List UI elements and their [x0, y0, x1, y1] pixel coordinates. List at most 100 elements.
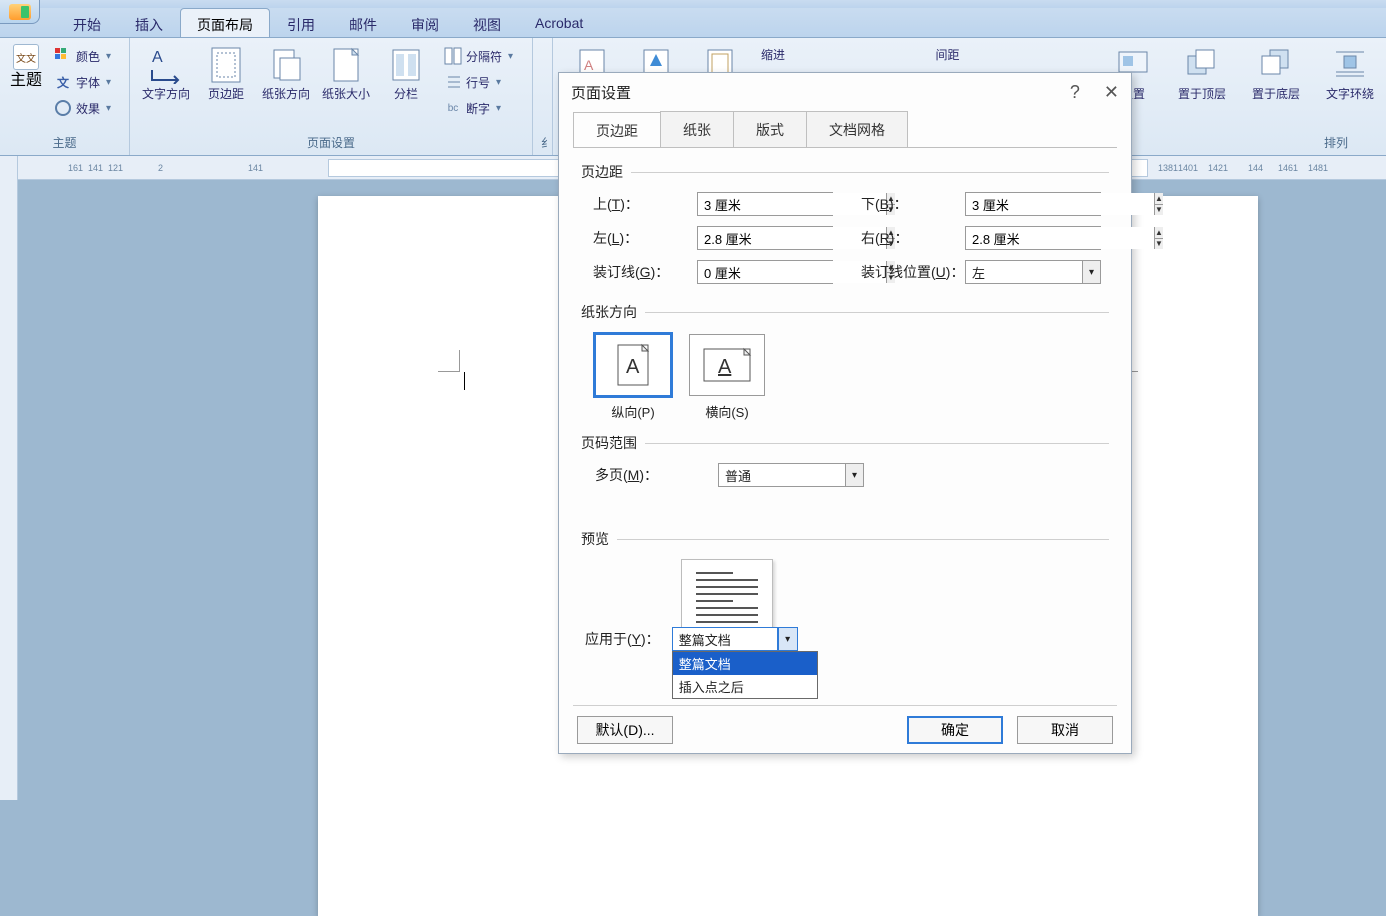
bring-front-button[interactable]: 置于顶层	[1174, 42, 1230, 124]
office-logo-icon	[9, 4, 31, 20]
office-button[interactable]	[0, 0, 40, 24]
gutter-position-select[interactable]: 左 ▾	[965, 260, 1101, 284]
spin-up-icon[interactable]: ▲	[1155, 227, 1163, 239]
line-numbers-button[interactable]: 行号▾	[440, 70, 522, 94]
bring-front-label: 置于顶层	[1178, 88, 1226, 102]
orientation-icon	[268, 46, 304, 84]
tab-references[interactable]: 引用	[270, 8, 332, 37]
columns-icon	[388, 46, 424, 84]
help-button[interactable]: ?	[1070, 82, 1080, 103]
effects-icon	[54, 99, 72, 117]
margins-icon	[208, 46, 244, 84]
top-margin-input[interactable]: ▲▼	[697, 192, 833, 216]
spin-down-icon[interactable]: ▼	[1155, 205, 1163, 216]
size-icon	[328, 46, 364, 84]
text-wrap-label: 文字环绕	[1326, 88, 1374, 102]
theme-fonts-label: 字体	[76, 74, 100, 91]
margins-button[interactable]: 页边距	[198, 42, 254, 124]
left-margin-input[interactable]: ▲▼	[697, 226, 833, 250]
dialog-tab-layout[interactable]: 版式	[733, 111, 807, 147]
group-label-page-setup: 页面设置	[138, 134, 524, 153]
default-button[interactable]: 默认(D)...	[577, 716, 673, 744]
send-back-icon	[1258, 46, 1294, 84]
multi-pages-select[interactable]: 普通 ▾	[718, 463, 864, 487]
line-numbers-icon	[444, 73, 462, 91]
dialog-tab-margins[interactable]: 页边距	[573, 112, 661, 148]
text-direction-button[interactable]: A 文字方向	[138, 42, 194, 124]
chevron-down-icon[interactable]: ▾	[778, 627, 798, 651]
apply-option-after-cursor[interactable]: 插入点之后	[673, 675, 817, 698]
ribbon-tabs: 开始 插入 页面布局 引用 邮件 审阅 视图 Acrobat	[0, 8, 1386, 38]
indent-label: 缩进	[761, 46, 785, 63]
tab-view[interactable]: 视图	[456, 8, 518, 37]
breaks-label: 分隔符	[466, 48, 502, 65]
bottom-label: 下(B)：	[861, 194, 951, 214]
tab-start[interactable]: 开始	[56, 8, 118, 37]
ok-button[interactable]: 确定	[907, 716, 1003, 744]
theme-effects-button[interactable]: 效果▾	[50, 96, 115, 120]
section-orientation: 纸张方向	[581, 302, 637, 322]
multi-pages-label: 多页(M)：	[595, 465, 658, 485]
orientation-label: 纸张方向	[262, 88, 310, 102]
send-back-label: 置于底层	[1252, 88, 1300, 102]
orientation-landscape-label: 横向(S)	[705, 402, 748, 421]
font-icon: 文	[54, 73, 72, 91]
line-numbers-label: 行号	[466, 74, 490, 91]
orientation-portrait[interactable]: A 纵向(P)	[595, 334, 671, 421]
size-button[interactable]: 纸张大小	[318, 42, 374, 124]
apply-to-dropdown: 整篇文档 插入点之后	[672, 651, 818, 699]
dialog-tab-grid[interactable]: 文档网格	[806, 111, 908, 147]
size-label: 纸张大小	[322, 88, 370, 102]
themes-button[interactable]: 文文	[13, 44, 39, 70]
hyphenation-label: 断字	[466, 100, 490, 117]
hyphenation-icon: bc	[444, 99, 462, 117]
palette-icon	[54, 47, 72, 65]
bring-front-icon	[1184, 46, 1220, 84]
cancel-button[interactable]: 取消	[1017, 716, 1113, 744]
chevron-down-icon[interactable]: ▾	[845, 464, 863, 486]
right-margin-input[interactable]: ▲▼	[965, 226, 1101, 250]
close-icon[interactable]: ✕	[1104, 82, 1119, 103]
orientation-portrait-label: 纵向(P)	[611, 402, 654, 421]
spacing-label: 间距	[936, 46, 960, 63]
text-direction-icon: A	[148, 46, 184, 84]
section-preview: 预览	[581, 529, 609, 549]
dialog-tab-paper[interactable]: 纸张	[660, 111, 734, 147]
tab-insert[interactable]: 插入	[118, 8, 180, 37]
text-wrap-button[interactable]: 文字环绕	[1322, 42, 1378, 124]
columns-button[interactable]: 分栏	[378, 42, 434, 124]
spin-up-icon[interactable]: ▲	[1155, 193, 1163, 205]
svg-text:A: A	[718, 356, 732, 378]
orientation-button[interactable]: 纸张方向	[258, 42, 314, 124]
tab-review[interactable]: 审阅	[394, 8, 456, 37]
top-label: 上(T)：	[593, 194, 683, 214]
page-setup-dialog: 页面设置 ? ✕ 页边距 纸张 版式 文档网格 页边距 上(T)： ▲▼ 下(B…	[558, 72, 1132, 754]
gutter-label: 装订线(G)：	[593, 262, 683, 282]
text-cursor	[464, 372, 465, 390]
columns-label: 分栏	[394, 88, 418, 102]
vertical-ruler[interactable]	[0, 156, 18, 800]
text-wrap-icon	[1332, 46, 1368, 84]
apply-option-whole-doc[interactable]: 整篇文档	[673, 652, 817, 675]
spin-down-icon[interactable]: ▼	[1155, 239, 1163, 250]
section-margins: 页边距	[581, 162, 623, 182]
svg-text:A: A	[152, 49, 163, 66]
bottom-margin-input[interactable]: ▲▼	[965, 192, 1101, 216]
theme-fonts-button[interactable]: 文 字体▾	[50, 70, 115, 94]
orientation-landscape[interactable]: A 横向(S)	[689, 334, 765, 421]
theme-effects-label: 效果	[76, 100, 100, 117]
landscape-icon: A	[702, 347, 752, 383]
apply-to-select[interactable]: 整篇文档 ▾ 整篇文档 插入点之后	[672, 627, 798, 651]
gutter-input[interactable]: ▲▼	[697, 260, 833, 284]
chevron-down-icon[interactable]: ▾	[1082, 261, 1100, 283]
breaks-button[interactable]: 分隔符▾	[440, 44, 522, 68]
right-label: 右(R)：	[861, 228, 951, 248]
left-label: 左(L)：	[593, 228, 683, 248]
theme-colors-button[interactable]: 颜色▾	[50, 44, 115, 68]
tab-page-layout[interactable]: 页面布局	[180, 8, 270, 37]
hyphenation-button[interactable]: bc 断字▾	[440, 96, 522, 120]
text-direction-label: 文字方向	[142, 88, 190, 102]
tab-mailings[interactable]: 邮件	[332, 8, 394, 37]
tab-acrobat[interactable]: Acrobat	[518, 8, 600, 37]
send-back-button[interactable]: 置于底层	[1248, 42, 1304, 124]
